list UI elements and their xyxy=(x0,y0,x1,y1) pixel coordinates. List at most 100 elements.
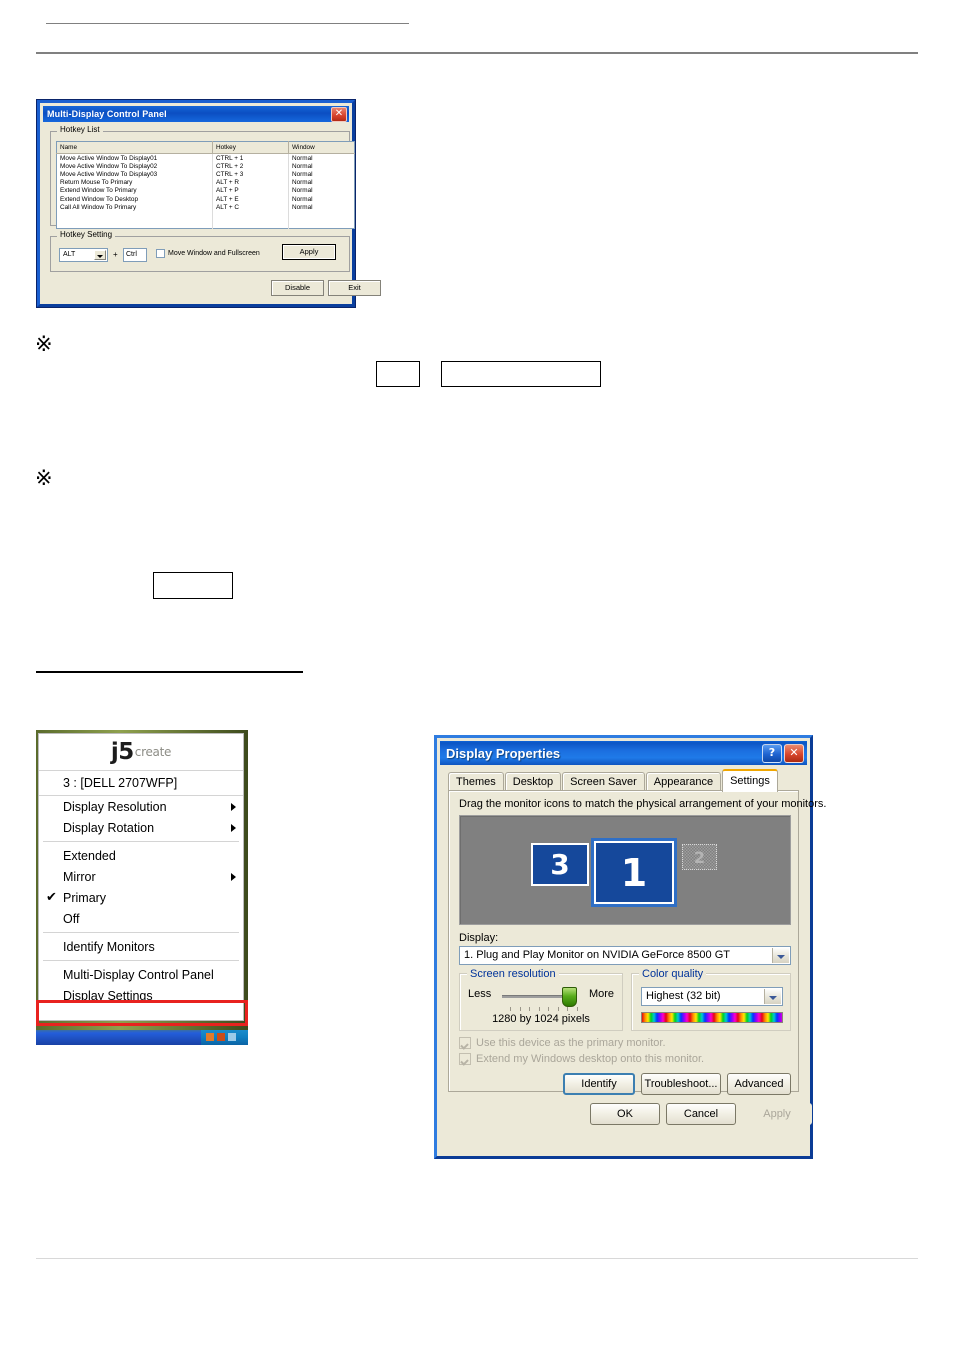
column-header-hotkey[interactable]: Hotkey xyxy=(212,141,289,154)
menu-item-multi-display-control-panel[interactable]: Multi-Display Control Panel xyxy=(39,964,243,985)
window-title: Multi-Display Control Panel xyxy=(47,109,167,119)
titlebar[interactable]: Display Properties ? ✕ xyxy=(440,741,807,765)
footer-rule xyxy=(36,1258,918,1259)
display-select[interactable]: 1. Plug and Play Monitor on NVIDIA GeFor… xyxy=(459,946,791,965)
fullscreen-checkbox[interactable] xyxy=(156,249,165,258)
menu-item-extended[interactable]: Extended xyxy=(39,845,243,866)
chevron-down-icon[interactable] xyxy=(764,989,781,1004)
device-name-label: 3 : [DELL 2707WFP] xyxy=(63,776,178,790)
menu-item-label: Display Settings xyxy=(63,988,153,1003)
menu-item-device-name: 3 : [DELL 2707WFP] xyxy=(39,771,243,796)
tray-icon-a[interactable] xyxy=(206,1033,214,1041)
tab-themes[interactable]: Themes xyxy=(448,772,504,791)
system-tray[interactable] xyxy=(201,1030,248,1045)
j5create-logo: j5 create xyxy=(39,734,243,771)
submenu-arrow-icon xyxy=(231,803,236,811)
hotkey-row-window: Normal xyxy=(292,203,313,211)
hotkey-row-key xyxy=(212,219,289,229)
advanced-button[interactable]: Advanced xyxy=(727,1073,791,1095)
hotkey-row-name xyxy=(56,219,213,229)
menu-item-off[interactable]: Off xyxy=(39,908,243,929)
table-row[interactable]: Move Active Window To Display01 CTRL + 1N… xyxy=(56,153,355,163)
exit-button[interactable]: Exit xyxy=(328,280,381,296)
menu-separator xyxy=(43,841,239,842)
menu-separator xyxy=(43,932,239,933)
table-row[interactable]: Move Active Window To Display03 CTRL + 3N… xyxy=(56,170,355,179)
tab-screen-saver[interactable]: Screen Saver xyxy=(562,772,645,791)
titlebar[interactable]: Multi-Display Control Panel ✕ xyxy=(43,106,349,122)
placeholder-box-small xyxy=(376,361,420,387)
screen-resolution-group: Screen resolution Less More 1280 by 1024… xyxy=(459,968,623,1031)
color-quality-select[interactable]: Highest (32 bit) xyxy=(641,987,783,1006)
header-rule-long xyxy=(36,52,918,54)
tray-context-menu-screenshot: j5 create 3 : [DELL 2707WFP] Display Res… xyxy=(36,730,248,1045)
fullscreen-checkbox-label: Move Window and Fullscreen xyxy=(168,250,260,257)
resolution-slider-thumb[interactable] xyxy=(562,987,577,1007)
menu-item-display-settings[interactable]: Display Settings xyxy=(39,985,243,1006)
modifier-select[interactable]: ALT xyxy=(59,248,108,262)
help-icon[interactable]: ? xyxy=(762,744,782,763)
resolution-slider-ticks xyxy=(510,1007,578,1012)
monitor-icon-2[interactable]: 2 xyxy=(682,844,717,870)
menu-item-label: Display Resolution xyxy=(63,799,167,814)
hotkey-table[interactable]: Name Hotkey Window Move Active Window To… xyxy=(56,141,355,229)
hotkey-row-window: Normal xyxy=(292,154,313,162)
table-row[interactable]: Extend Window To Primary ALT + P Normal xyxy=(56,186,355,195)
menu-item-identify-monitors[interactable]: Identify Monitors xyxy=(39,936,243,957)
checkmark-icon: ✔ xyxy=(46,890,57,905)
column-header-name[interactable]: Name xyxy=(56,141,213,154)
menu-item-display-resolution[interactable]: Display Resolution xyxy=(39,796,243,817)
instruction-text: Drag the monitor icons to match the phys… xyxy=(459,798,827,810)
primary-monitor-label: Use this device as the primary monitor. xyxy=(476,1037,666,1049)
close-icon[interactable]: ✕ xyxy=(331,107,347,122)
titlebar-buttons: ? ✕ xyxy=(762,744,804,763)
table-row[interactable] xyxy=(56,211,355,220)
screen-resolution-title: Screen resolution xyxy=(467,968,559,980)
monitor-icon-3[interactable]: 3 xyxy=(531,843,589,886)
disable-button[interactable]: Disable xyxy=(271,280,324,296)
table-row[interactable]: Call All Window To Primary ALT + C Normal xyxy=(56,203,355,212)
table-row[interactable]: Extend Window To Desktop ALT + E Normal xyxy=(56,194,355,204)
tab-desktop[interactable]: Desktop xyxy=(504,772,562,791)
identify-button[interactable]: Identify xyxy=(563,1073,635,1095)
tab-appearance[interactable]: Appearance xyxy=(645,772,722,791)
resolution-slider-track[interactable] xyxy=(502,995,570,998)
table-row[interactable]: Move Active Window To Display02 CTRL + 2N… xyxy=(56,162,355,171)
slider-more-label: More xyxy=(588,988,614,1000)
fullscreen-checkbox-row[interactable]: Move Window and Fullscreen xyxy=(156,249,260,258)
tray-icon-b[interactable] xyxy=(217,1033,225,1041)
reference-mark-1: ※ xyxy=(35,332,53,356)
tray-icon-c[interactable] xyxy=(228,1033,236,1041)
menu-item-mirror[interactable]: Mirror xyxy=(39,866,243,887)
tab-settings[interactable]: Settings xyxy=(722,769,778,792)
hotkey-key-input[interactable]: Ctrl xyxy=(123,248,147,262)
menu-item-display-rotation[interactable]: Display Rotation xyxy=(39,817,243,838)
hotkey-row-key: CTRL + 3 xyxy=(212,170,289,179)
chevron-down-icon[interactable] xyxy=(94,250,106,260)
column-header-window[interactable]: Window xyxy=(288,141,355,154)
table-row[interactable] xyxy=(56,219,355,229)
hotkey-row-name: Move Active Window To Display02 xyxy=(56,162,213,171)
menu-item-primary[interactable]: ✔ Primary xyxy=(39,887,243,908)
apply-button[interactable]: Apply xyxy=(282,244,336,260)
hotkey-row-key: ALT + E xyxy=(212,194,289,204)
slider-less-label: Less xyxy=(468,988,492,1000)
close-icon[interactable]: ✕ xyxy=(784,744,804,763)
chevron-down-icon[interactable] xyxy=(772,948,789,963)
hotkey-table-body: Move Active Window To Display01 CTRL + 1N… xyxy=(56,153,355,229)
reference-mark-2: ※ xyxy=(35,466,53,490)
header-rule-short xyxy=(46,23,409,24)
hotkey-row-key xyxy=(212,211,289,220)
monitor-icon-1[interactable]: 1 xyxy=(591,838,677,907)
table-row[interactable]: Return Mouse To Primary ALT + R Normal xyxy=(56,178,355,187)
troubleshoot-button[interactable]: Troubleshoot... xyxy=(641,1073,721,1095)
cancel-button[interactable]: Cancel xyxy=(666,1103,736,1125)
menu-separator xyxy=(43,960,239,961)
hotkey-row-name: Return Mouse To Primary xyxy=(56,178,213,187)
hotkey-row-window: Normal xyxy=(292,170,313,178)
ok-button[interactable]: OK xyxy=(590,1103,660,1125)
color-spectrum-bar xyxy=(641,1012,783,1023)
monitor-arrangement-canvas[interactable]: 3 1 2 xyxy=(459,815,791,925)
menu-item-label: Mirror xyxy=(63,869,96,884)
extend-desktop-label: Extend my Windows desktop onto this moni… xyxy=(476,1053,705,1065)
